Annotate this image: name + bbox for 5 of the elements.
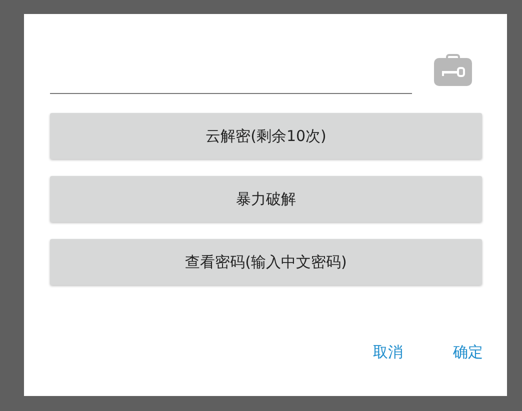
dialog-action-button[interactable]: 取消 [359, 335, 417, 370]
option-button[interactable]: 查看密码(输入中文密码) [50, 239, 482, 285]
option-button[interactable]: 云解密(剩余10次) [50, 113, 482, 159]
dialog-action-button[interactable]: 确定 [439, 335, 497, 370]
option-button[interactable]: 暴力破解 [50, 176, 482, 222]
